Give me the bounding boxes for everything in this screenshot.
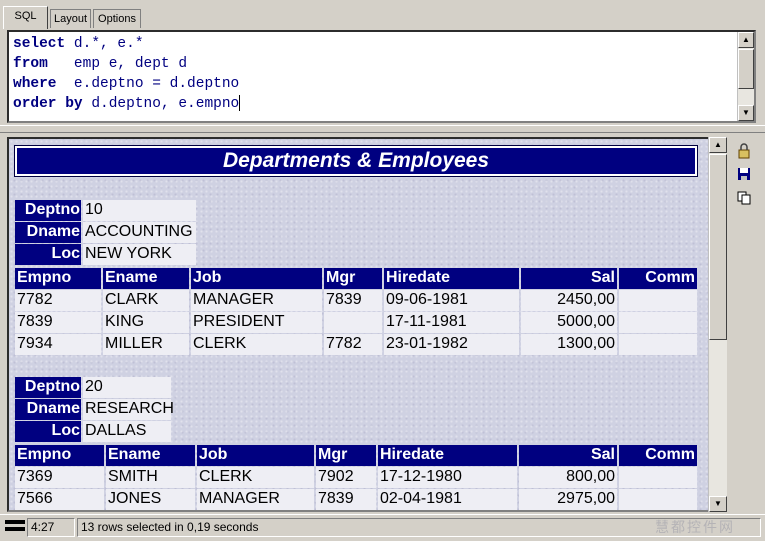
col-ename: Ename <box>103 268 189 289</box>
col-hiredate: Hiredate <box>378 445 517 466</box>
scroll-down-arrow-icon[interactable]: ▼ <box>709 496 727 512</box>
col-sal: Sal <box>519 445 617 466</box>
editor-scrollbar[interactable]: ▲ ▼ <box>737 32 754 121</box>
dname-label: Dname <box>15 399 81 420</box>
sql-keyword: where <box>13 76 57 92</box>
sql-text: d.*, e.* <box>65 36 144 52</box>
cell-ename: SMITH <box>106 467 195 488</box>
cell-hiredate: 17-12-1980 <box>378 467 517 488</box>
col-sal: Sal <box>521 268 617 289</box>
cell-comm <box>619 334 697 355</box>
cell-comm <box>619 312 697 333</box>
report-title: Departments & Employees <box>14 145 698 177</box>
sql-line-3: where e.deptno = d.deptno <box>13 74 240 94</box>
col-mgr: Mgr <box>316 445 376 466</box>
cell-mgr: 7782 <box>324 334 382 355</box>
cell-job: CLERK <box>191 334 322 355</box>
cell-job: PRESIDENT <box>191 312 322 333</box>
cell-comm <box>619 467 697 488</box>
dname-label: Dname <box>15 222 81 243</box>
cell-job: MANAGER <box>197 489 314 510</box>
cell-sal: 2975,00 <box>519 489 617 510</box>
loc-label: Loc <box>15 244 81 265</box>
tab-layout[interactable]: Layout <box>50 9 91 28</box>
deptno-value: 10 <box>83 200 196 221</box>
cell-hiredate: 02-04-1981 <box>378 489 517 510</box>
report-scroll-thumb[interactable] <box>709 154 727 340</box>
cell-ename: JONES <box>106 489 195 510</box>
cell-mgr: 7839 <box>316 489 376 510</box>
report-scrollbar[interactable]: ▲ ▼ <box>708 137 727 512</box>
sql-line-1: select d.*, e.* <box>13 34 240 54</box>
cell-sal: 1300,00 <box>521 334 617 355</box>
watermark: 慧都控件网 <box>655 519 735 535</box>
cell-empno: 7782 <box>15 290 101 311</box>
deptno-label: Deptno <box>15 377 81 398</box>
sql-text: e.deptno = d.deptno <box>56 76 240 92</box>
sql-keyword: from <box>13 56 48 72</box>
sql-code[interactable]: select d.*, e.* from emp e, dept d where e… <box>13 34 241 114</box>
editor-scroll-thumb[interactable] <box>738 49 754 89</box>
cell-ename: CLARK <box>103 290 189 311</box>
col-mgr: Mgr <box>324 268 382 289</box>
cell-empno: 7934 <box>15 334 101 355</box>
cell-empno: 7566 <box>15 489 104 510</box>
sql-line-4: order by d.deptno, e.empno <box>13 94 241 114</box>
grip-icon <box>5 520 25 534</box>
scroll-down-arrow-icon[interactable]: ▼ <box>738 105 754 121</box>
cell-hiredate: 23-01-1982 <box>384 334 519 355</box>
sql-line-2: from emp e, dept d <box>13 54 240 74</box>
lock-icon[interactable] <box>734 143 754 163</box>
cursor-position: 4:27 <box>27 518 75 537</box>
cell-hiredate: 09-06-1981 <box>384 290 519 311</box>
cell-sal: 5000,00 <box>521 312 617 333</box>
sql-text: d.deptno, e.empno <box>82 96 240 112</box>
status-bar: 4:27 13 rows selected in 0,19 seconds 慧都… <box>0 514 765 541</box>
save-icon[interactable] <box>734 167 754 187</box>
tab-bar: SQL Layout Options <box>0 0 765 30</box>
col-job: Job <box>197 445 314 466</box>
col-comm: Comm <box>619 268 697 289</box>
splitter[interactable] <box>0 125 765 133</box>
cell-sal: 2450,00 <box>521 290 617 311</box>
side-toolbar <box>730 137 760 512</box>
cell-ename: KING <box>103 312 189 333</box>
cell-comm <box>619 290 697 311</box>
cell-mgr <box>324 312 382 333</box>
cell-comm <box>619 489 697 510</box>
tab-options[interactable]: Options <box>93 9 141 28</box>
col-hiredate: Hiredate <box>384 268 519 289</box>
text-caret <box>239 95 241 112</box>
col-job: Job <box>191 268 322 289</box>
loc-value: NEW YORK <box>83 244 196 265</box>
deptno-value: 20 <box>83 377 171 398</box>
scroll-up-arrow-icon[interactable]: ▲ <box>709 137 727 153</box>
dname-value: RESEARCH <box>83 399 174 420</box>
deptno-label: Deptno <box>15 200 81 221</box>
cell-hiredate: 17-11-1981 <box>384 312 519 333</box>
scroll-up-arrow-icon[interactable]: ▲ <box>738 32 754 48</box>
cell-job: CLERK <box>197 467 314 488</box>
copy-icon[interactable] <box>734 191 754 211</box>
report-preview: Departments & Employees Deptno 10 Dname … <box>7 137 727 512</box>
cell-sal: 800,00 <box>519 467 617 488</box>
cell-mgr: 7902 <box>316 467 376 488</box>
cell-empno: 7369 <box>15 467 104 488</box>
col-empno: Empno <box>15 268 101 289</box>
cell-ename: MILLER <box>103 334 189 355</box>
dname-value: ACCOUNTING <box>83 222 196 243</box>
cell-empno: 7839 <box>15 312 101 333</box>
col-comm: Comm <box>619 445 697 466</box>
cell-mgr: 7839 <box>324 290 382 311</box>
cell-job: MANAGER <box>191 290 322 311</box>
sql-keyword: select <box>13 36 66 52</box>
sql-editor[interactable]: select d.*, e.* from emp e, dept d where e… <box>7 30 756 123</box>
loc-value: DALLAS <box>83 421 171 442</box>
loc-label: Loc <box>15 421 81 442</box>
col-ename: Ename <box>106 445 195 466</box>
sql-text: emp e, dept d <box>47 56 188 72</box>
col-empno: Empno <box>15 445 104 466</box>
sql-keyword: order by <box>13 96 83 112</box>
tab-sql[interactable]: SQL <box>3 6 48 29</box>
